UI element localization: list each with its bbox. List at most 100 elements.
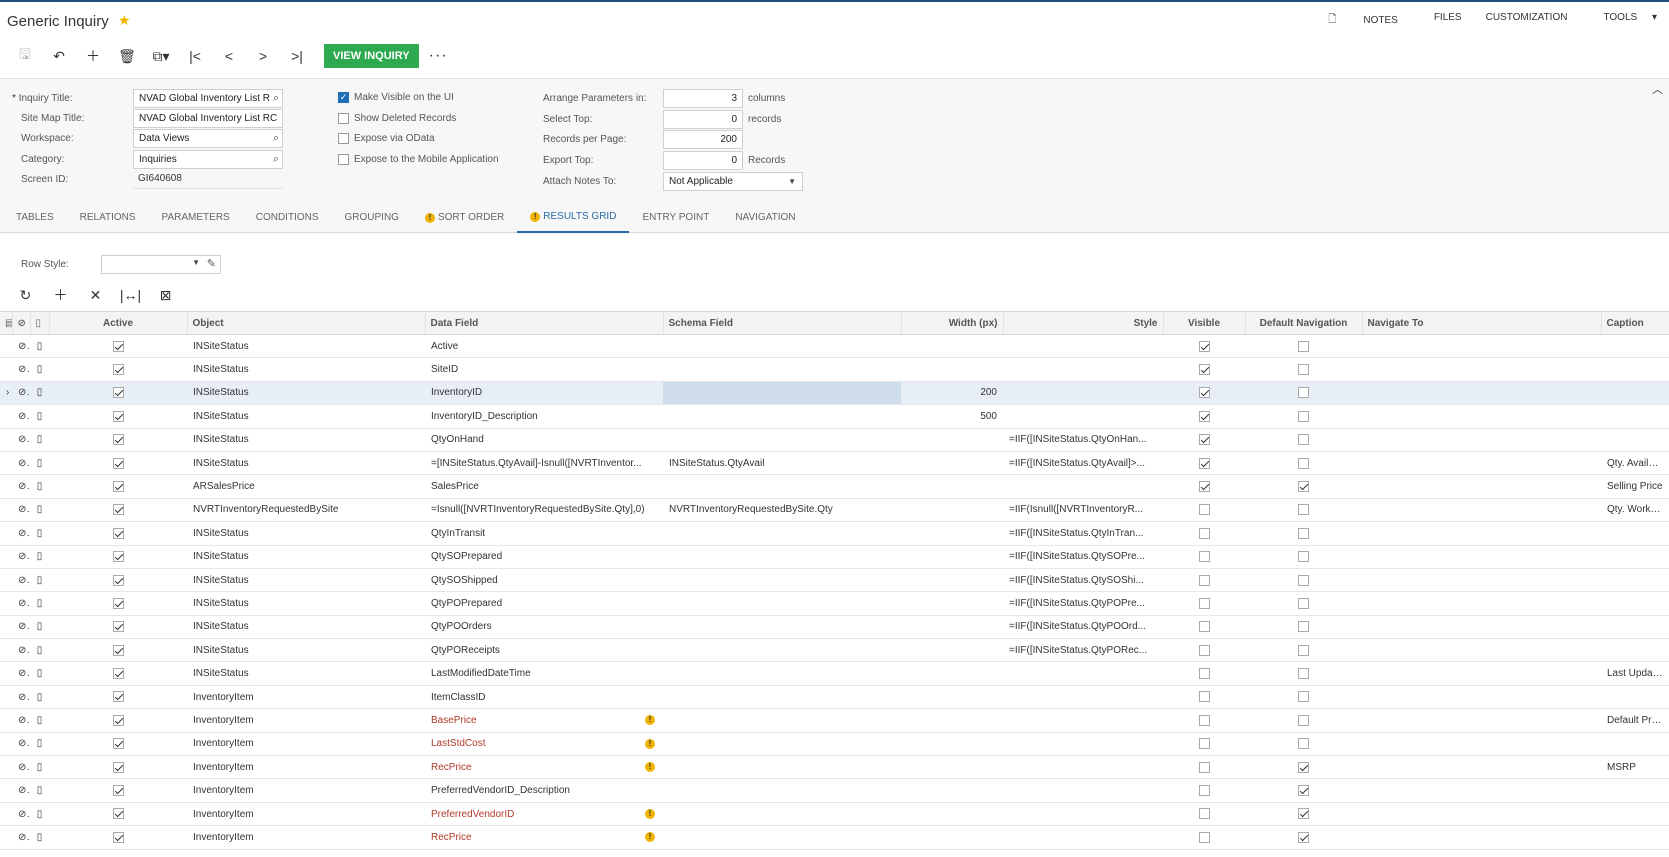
- object-cell[interactable]: INSiteStatus: [187, 661, 425, 686]
- caption-cell[interactable]: [1601, 545, 1669, 569]
- visible-checkbox[interactable]: [1163, 521, 1245, 546]
- style-cell[interactable]: [1003, 778, 1163, 803]
- col-schema-field[interactable]: Schema Field: [663, 311, 902, 335]
- caption-cell[interactable]: Last Updated: [1601, 661, 1669, 686]
- table-row[interactable]: ⊘ ▯ INSiteStatus Active: [0, 334, 1669, 359]
- paperclip-icon[interactable]: ⊘: [12, 591, 30, 616]
- data-field-cell[interactable]: ItemClassID: [425, 685, 663, 710]
- navigate-to-cell[interactable]: [1362, 474, 1601, 499]
- width-cell[interactable]: [901, 428, 1003, 452]
- favorite-star-icon[interactable]: ★: [118, 12, 131, 29]
- row-selector[interactable]: [0, 732, 12, 757]
- tab-parameters[interactable]: PARAMETERS: [149, 203, 243, 233]
- data-field-cell[interactable]: QtyInTransit: [425, 521, 663, 546]
- tab-sort-order[interactable]: ! SORT ORDER: [412, 203, 517, 233]
- delete-row-icon[interactable]: ✕: [78, 286, 113, 304]
- caption-cell[interactable]: [1601, 685, 1669, 710]
- schema-field-cell[interactable]: [663, 428, 901, 452]
- note-icon[interactable]: ▯: [30, 451, 49, 476]
- caption-cell[interactable]: MSRP: [1601, 755, 1669, 780]
- default-navigation-checkbox[interactable]: [1245, 615, 1362, 640]
- row-selector[interactable]: [0, 661, 12, 686]
- active-checkbox[interactable]: [49, 708, 187, 733]
- col-caption[interactable]: Caption: [1601, 311, 1669, 335]
- row-selector[interactable]: [0, 708, 12, 733]
- previous-record-icon[interactable]: <: [212, 44, 246, 68]
- default-navigation-checkbox[interactable]: [1245, 661, 1362, 686]
- note-icon[interactable]: ▯: [30, 825, 49, 850]
- note-icon[interactable]: ▯: [30, 381, 49, 406]
- customization-button[interactable]: CUSTOMIZATION: [1474, 12, 1580, 29]
- table-row[interactable]: ⊘ ▯ InventoryItem LastStdCost!: [0, 732, 1669, 757]
- visible-checkbox[interactable]: [1163, 334, 1245, 359]
- table-row[interactable]: ⊘ ▯ INSiteStatus QtySOShipped =IIF([INSiteSt…: [0, 568, 1669, 593]
- caption-cell[interactable]: [1601, 638, 1669, 663]
- row-selector[interactable]: [0, 638, 12, 663]
- active-checkbox[interactable]: [49, 732, 187, 757]
- category-field[interactable]: Inquiries ⌕: [133, 150, 283, 169]
- default-navigation-checkbox[interactable]: [1245, 568, 1362, 593]
- last-record-icon[interactable]: >|: [280, 44, 314, 68]
- site-map-title-field[interactable]: NVAD Global Inventory List RC: [133, 109, 283, 128]
- note-icon[interactable]: ▯: [30, 802, 49, 827]
- caption-cell[interactable]: [1601, 428, 1669, 452]
- style-cell[interactable]: [1003, 381, 1163, 406]
- caption-cell[interactable]: Selling Price: [1601, 474, 1669, 499]
- refresh-icon[interactable]: ↻: [8, 286, 43, 304]
- object-cell[interactable]: INSiteStatus: [187, 357, 425, 382]
- note-icon[interactable]: ▯: [30, 568, 49, 593]
- note-icon[interactable]: ▯: [30, 708, 49, 733]
- navigate-to-cell[interactable]: [1362, 498, 1601, 523]
- row-selector[interactable]: [0, 357, 12, 382]
- active-checkbox[interactable]: [49, 591, 187, 616]
- visible-checkbox[interactable]: [1163, 451, 1245, 476]
- note-icon[interactable]: ▯: [30, 778, 49, 803]
- active-checkbox[interactable]: [49, 755, 187, 780]
- col-default-navigation[interactable]: Default Navigation: [1245, 311, 1363, 335]
- width-cell[interactable]: [901, 568, 1003, 593]
- style-cell[interactable]: [1003, 708, 1163, 733]
- visible-checkbox[interactable]: [1163, 802, 1245, 827]
- schema-field-cell[interactable]: [663, 545, 901, 569]
- default-navigation-checkbox[interactable]: [1245, 685, 1362, 710]
- row-selector[interactable]: [0, 498, 12, 523]
- width-cell[interactable]: [901, 732, 1003, 757]
- tools-button[interactable]: TOOLS ▾: [1579, 12, 1669, 29]
- active-checkbox[interactable]: [49, 638, 187, 663]
- width-cell[interactable]: 500: [901, 404, 1003, 429]
- navigate-to-cell[interactable]: [1362, 381, 1601, 406]
- width-cell[interactable]: [901, 591, 1003, 616]
- export-excel-icon[interactable]: ⊠: [148, 286, 183, 304]
- table-row[interactable]: › ⊘ ▯ INSiteStatus InventoryID 200: [0, 381, 1669, 406]
- paperclip-icon[interactable]: ⊘: [12, 615, 30, 640]
- active-checkbox[interactable]: [49, 521, 187, 546]
- visible-checkbox[interactable]: [1163, 755, 1245, 780]
- tab-relations[interactable]: RELATIONS: [67, 203, 149, 233]
- schema-field-cell[interactable]: [663, 755, 901, 780]
- paperclip-icon[interactable]: ⊘: [12, 521, 30, 546]
- data-field-cell[interactable]: PreferredVendorID_Description: [425, 778, 663, 803]
- style-cell[interactable]: [1003, 825, 1163, 850]
- width-cell[interactable]: [901, 474, 1003, 499]
- note-icon[interactable]: ▯: [30, 474, 49, 499]
- navigate-to-cell[interactable]: [1362, 334, 1601, 359]
- default-navigation-checkbox[interactable]: [1245, 498, 1362, 523]
- note-icon[interactable]: ▯: [30, 498, 49, 523]
- paperclip-icon[interactable]: ⊘: [12, 568, 30, 593]
- object-cell[interactable]: InventoryItem: [187, 802, 425, 827]
- table-row[interactable]: ⊘ ▯ InventoryItem BasePrice! Default Price: [0, 708, 1669, 733]
- schema-field-cell[interactable]: INSiteStatus.QtyAvail: [663, 451, 901, 476]
- note-icon[interactable]: ▯: [30, 661, 49, 686]
- width-cell[interactable]: [901, 521, 1003, 546]
- schema-field-cell[interactable]: [663, 381, 901, 406]
- width-cell[interactable]: 200: [901, 381, 1003, 406]
- data-field-cell[interactable]: LastStdCost!: [425, 732, 663, 757]
- visible-checkbox[interactable]: [1163, 545, 1245, 569]
- row-selector[interactable]: [0, 685, 12, 710]
- data-field-cell[interactable]: RecPrice!: [425, 825, 663, 850]
- style-cell[interactable]: =IIF([INSiteStatus.QtyPOPre...: [1003, 591, 1163, 616]
- arrange-params-field[interactable]: 3: [663, 89, 743, 108]
- navigate-to-cell[interactable]: [1362, 545, 1601, 569]
- object-cell[interactable]: InventoryItem: [187, 685, 425, 710]
- table-row[interactable]: ⊘ ▯ InventoryItem ItemClassID: [0, 685, 1669, 710]
